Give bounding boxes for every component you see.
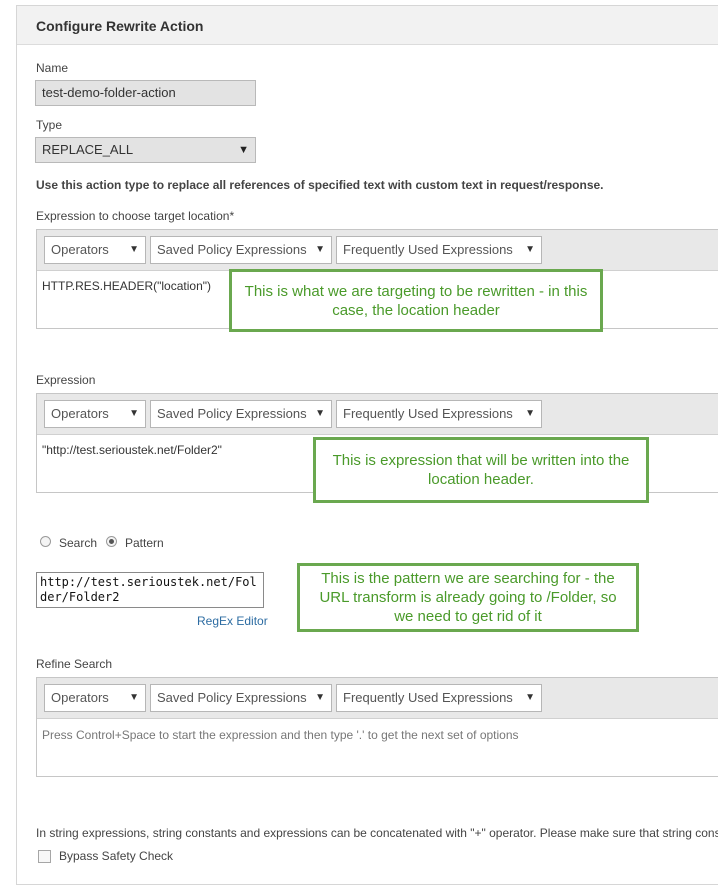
frequently-used-expressions-dropdown[interactable]: Frequently Used Expressions ▼ bbox=[336, 236, 542, 264]
callout-expression-annotation: This is expression that will be written … bbox=[313, 437, 649, 503]
expression-text[interactable]: "http://test.serioustek.net/Folder2" bbox=[42, 443, 222, 457]
refine-search-placeholder[interactable]: Press Control+Space to start the express… bbox=[42, 728, 519, 742]
operators-dropdown-label: Operators bbox=[51, 242, 109, 257]
caret-down-icon: ▼ bbox=[315, 244, 325, 255]
target-expression-label: Expression to choose target location* bbox=[36, 209, 235, 223]
refine-search-editor: Operators ▼ Saved Policy Expressions ▼ F… bbox=[36, 677, 718, 777]
refine-search-label: Refine Search bbox=[36, 657, 113, 671]
pattern-textarea[interactable]: http://test.serioustek.net/Folder/Folder… bbox=[36, 572, 264, 608]
bypass-safety-checkbox[interactable] bbox=[38, 850, 51, 863]
caret-down-icon: ▼ bbox=[129, 692, 139, 703]
frequently-used-expressions-dropdown[interactable]: Frequently Used Expressions ▼ bbox=[336, 684, 542, 712]
saved-policy-expressions-dropdown[interactable]: Saved Policy Expressions ▼ bbox=[150, 400, 332, 428]
panel-title: Configure Rewrite Action bbox=[36, 18, 204, 34]
caret-down-icon: ▼ bbox=[238, 144, 249, 156]
pattern-radio-label: Pattern bbox=[125, 536, 164, 550]
caret-down-icon: ▼ bbox=[525, 692, 535, 703]
operators-dropdown-label: Operators bbox=[51, 406, 109, 421]
expression-toolbar: Operators ▼ Saved Policy Expressions ▼ F… bbox=[37, 678, 718, 719]
target-expression-text[interactable]: HTTP.RES.HEADER("location") bbox=[42, 279, 211, 293]
callout-target-annotation: This is what we are targeting to be rewr… bbox=[229, 269, 603, 332]
frequently-used-dropdown-label: Frequently Used Expressions bbox=[343, 690, 513, 705]
frequently-used-expressions-dropdown[interactable]: Frequently Used Expressions ▼ bbox=[336, 400, 542, 428]
saved-policy-dropdown-label: Saved Policy Expressions bbox=[157, 690, 307, 705]
operators-dropdown[interactable]: Operators ▼ bbox=[44, 236, 146, 264]
frequently-used-dropdown-label: Frequently Used Expressions bbox=[343, 406, 513, 421]
concatenation-note: In string expressions, string constants … bbox=[36, 826, 718, 840]
caret-down-icon: ▼ bbox=[315, 692, 325, 703]
operators-dropdown-label: Operators bbox=[51, 690, 109, 705]
callout-pattern-annotation: This is the pattern we are searching for… bbox=[297, 563, 639, 632]
saved-policy-dropdown-label: Saved Policy Expressions bbox=[157, 242, 307, 257]
expression-toolbar: Operators ▼ Saved Policy Expressions ▼ F… bbox=[37, 230, 718, 271]
pattern-radio[interactable] bbox=[106, 536, 117, 547]
type-label: Type bbox=[36, 118, 63, 132]
search-radio[interactable] bbox=[40, 536, 51, 547]
expression-label: Expression bbox=[36, 373, 96, 387]
type-select[interactable]: REPLACE_ALL ▼ bbox=[35, 137, 256, 163]
operators-dropdown[interactable]: Operators ▼ bbox=[44, 684, 146, 712]
caret-down-icon: ▼ bbox=[525, 408, 535, 419]
caret-down-icon: ▼ bbox=[129, 244, 139, 255]
caret-down-icon: ▼ bbox=[129, 408, 139, 419]
bypass-safety-label: Bypass Safety Check bbox=[59, 849, 174, 863]
regex-editor-link[interactable]: RegEx Editor bbox=[197, 614, 268, 628]
name-field[interactable]: test-demo-folder-action bbox=[35, 80, 256, 106]
caret-down-icon: ▼ bbox=[525, 244, 535, 255]
caret-down-icon: ▼ bbox=[315, 408, 325, 419]
expression-toolbar: Operators ▼ Saved Policy Expressions ▼ F… bbox=[37, 394, 718, 435]
name-label: Name bbox=[36, 61, 69, 75]
frequently-used-dropdown-label: Frequently Used Expressions bbox=[343, 242, 513, 257]
type-description: Use this action type to replace all refe… bbox=[36, 178, 604, 192]
saved-policy-expressions-dropdown[interactable]: Saved Policy Expressions ▼ bbox=[150, 684, 332, 712]
saved-policy-dropdown-label: Saved Policy Expressions bbox=[157, 406, 307, 421]
operators-dropdown[interactable]: Operators ▼ bbox=[44, 400, 146, 428]
saved-policy-expressions-dropdown[interactable]: Saved Policy Expressions ▼ bbox=[150, 236, 332, 264]
type-select-value: REPLACE_ALL bbox=[42, 142, 134, 157]
search-radio-label: Search bbox=[59, 536, 98, 550]
